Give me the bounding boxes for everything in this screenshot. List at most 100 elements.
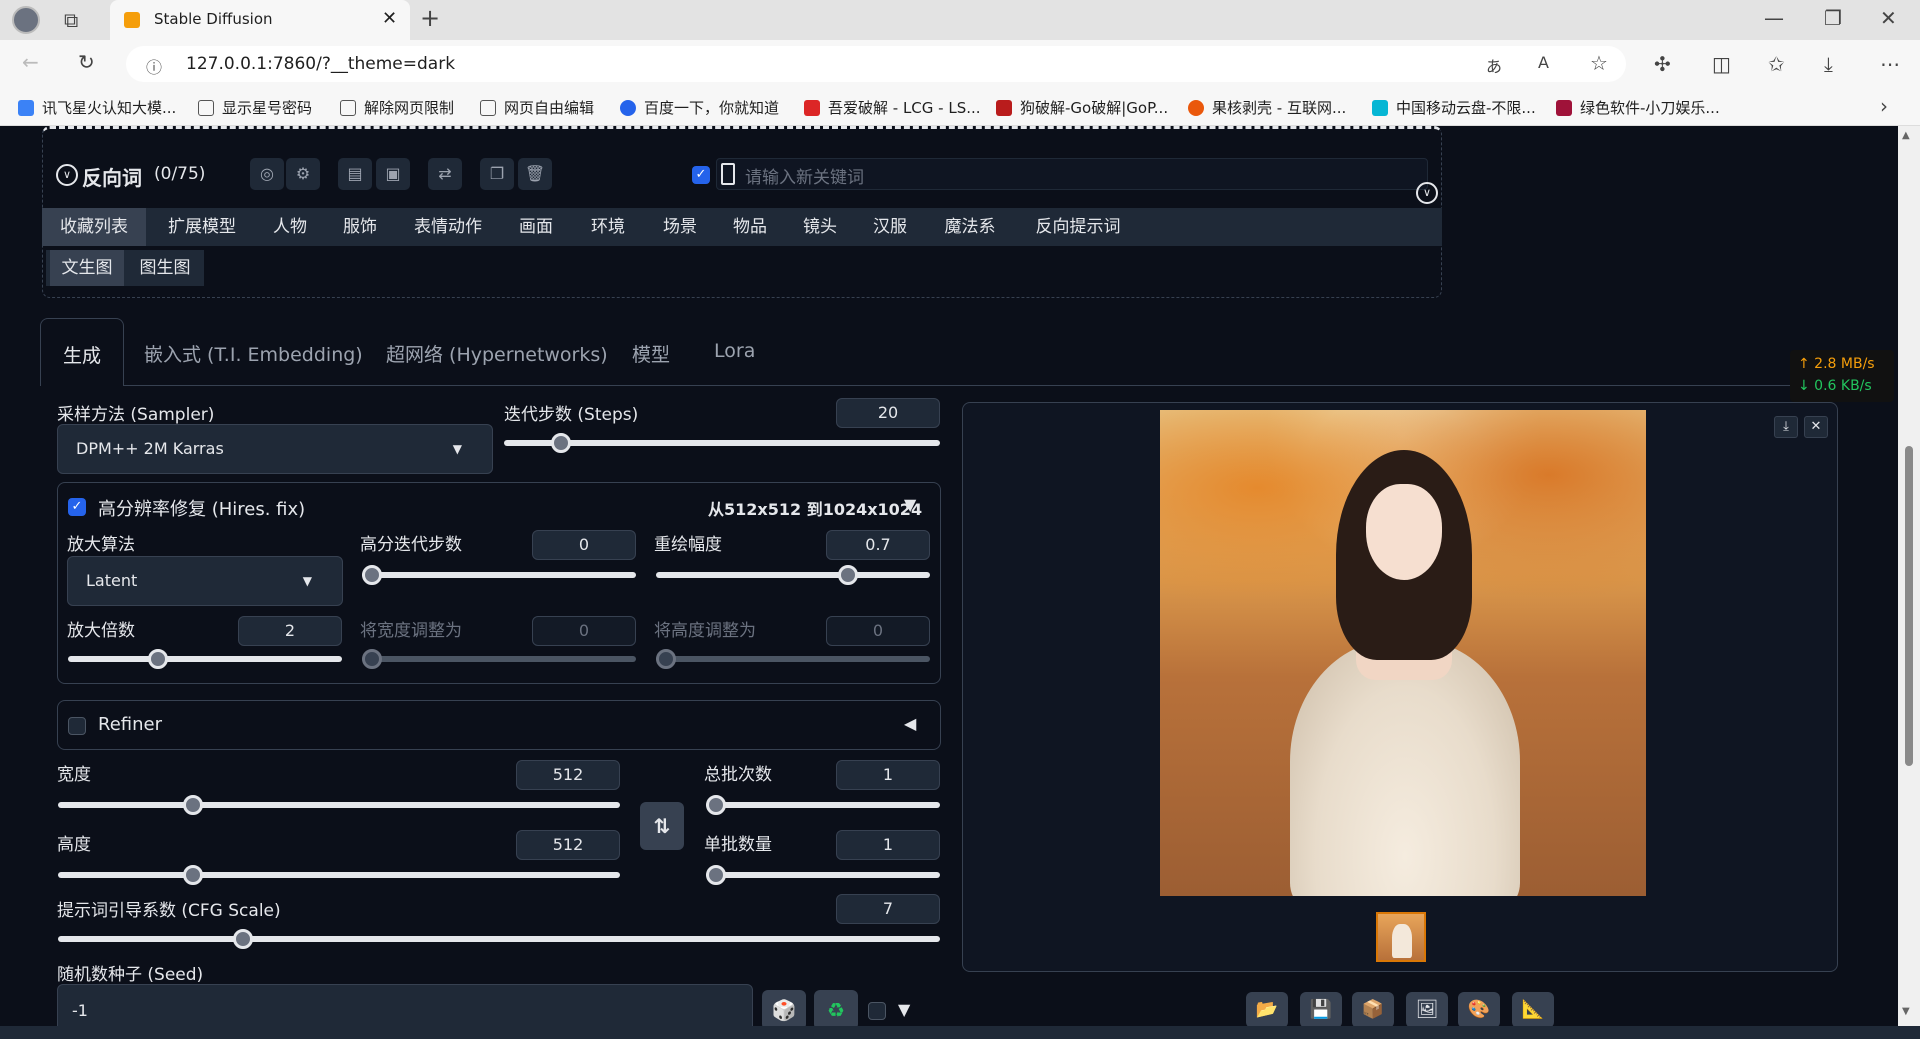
- resize-height-input[interactable]: 0: [826, 616, 930, 646]
- category-tab-expression[interactable]: 表情动作: [398, 208, 498, 246]
- zip-icon[interactable]: 📦: [1352, 992, 1394, 1028]
- bookmark-item[interactable]: 显示星号密码: [198, 97, 312, 118]
- bookmark-prompt-button[interactable]: ▣: [376, 158, 410, 190]
- open-folder-icon[interactable]: 📂: [1246, 992, 1288, 1028]
- upscaler-dropdown[interactable]: Latent ▼: [67, 556, 343, 606]
- batch-size-input[interactable]: 1: [836, 830, 940, 860]
- extensions-icon[interactable]: ✣: [1654, 54, 1671, 74]
- swap-dimensions-button[interactable]: ⇅: [640, 802, 684, 850]
- url-bar[interactable]: ⓘ 127.0.0.1:7860/?__theme=dark あ A ☆: [126, 46, 1626, 82]
- copy-button[interactable]: ❐: [480, 158, 514, 190]
- bookmark-item[interactable]: 网页自由编辑: [480, 97, 594, 118]
- main-tab-models[interactable]: 模型: [632, 340, 670, 367]
- more-menu-icon[interactable]: ⋯: [1880, 54, 1900, 74]
- width-slider[interactable]: [58, 795, 620, 815]
- main-tab-hypernetworks[interactable]: 超网络 (Hypernetworks): [386, 340, 608, 367]
- scrollbar-thumb[interactable]: [1905, 446, 1913, 766]
- bookmark-item[interactable]: 讯飞星火认知大模...: [18, 97, 176, 118]
- slider-thumb[interactable]: [182, 865, 203, 885]
- bookmark-item[interactable]: 绿色软件-小刀娱乐...: [1556, 97, 1720, 118]
- hires-checkbox[interactable]: ✓: [68, 498, 86, 516]
- slider-thumb[interactable]: [362, 649, 382, 669]
- generated-image[interactable]: [1160, 410, 1646, 896]
- cfg-slider[interactable]: [58, 929, 940, 949]
- sampler-dropdown[interactable]: DPM++ 2M Karras ▼: [57, 424, 493, 474]
- category-tab-environment[interactable]: 环境: [574, 208, 642, 246]
- refresh-icon[interactable]: ↻: [78, 52, 95, 72]
- main-tab-lora[interactable]: Lora: [714, 340, 755, 362]
- scroll-up-icon[interactable]: ▲: [1902, 130, 1910, 141]
- translate-icon[interactable]: あ: [1486, 53, 1502, 77]
- height-slider[interactable]: [58, 865, 620, 885]
- bookmark-item[interactable]: 果核剥壳 - 互联网...: [1188, 97, 1346, 118]
- category-tab-people[interactable]: 人物: [258, 208, 322, 246]
- denoise-slider[interactable]: [656, 565, 930, 585]
- new-tab-icon[interactable]: +: [420, 6, 440, 30]
- download-icon[interactable]: ⤓: [1774, 416, 1798, 438]
- send-to-img2img-icon[interactable]: 🖼: [1406, 992, 1448, 1028]
- back-icon[interactable]: ←: [22, 52, 39, 72]
- slider-thumb[interactable]: [837, 565, 858, 585]
- category-tab-hanfu[interactable]: 汉服: [856, 208, 924, 246]
- bookmark-item[interactable]: 百度一下，你就知道: [620, 97, 779, 118]
- send-to-extras-icon[interactable]: 📐: [1512, 992, 1554, 1028]
- extra-seed-checkbox[interactable]: [868, 1002, 886, 1020]
- width-input[interactable]: 512: [516, 760, 620, 790]
- slider-thumb[interactable]: [362, 565, 382, 585]
- hr-steps-input[interactable]: 0: [532, 530, 636, 560]
- batch-size-slider[interactable]: [706, 865, 940, 885]
- scale-input[interactable]: 2: [238, 616, 342, 646]
- main-tab-generate[interactable]: 生成: [40, 318, 124, 386]
- hr-steps-slider[interactable]: [362, 565, 636, 585]
- image-thumbnail[interactable]: [1376, 912, 1426, 962]
- close-window-icon[interactable]: ✕: [1880, 8, 1897, 28]
- resize-height-slider[interactable]: [656, 649, 930, 669]
- bookmarks-overflow-icon[interactable]: ›: [1880, 96, 1888, 116]
- refiner-checkbox[interactable]: [68, 717, 86, 735]
- keyword-input[interactable]: 请输入新关键词: [716, 158, 1428, 190]
- save-icon[interactable]: 💾: [1300, 992, 1342, 1028]
- category-tab-favorites[interactable]: 收藏列表: [42, 208, 146, 246]
- category-tab-camera[interactable]: 镜头: [786, 208, 854, 246]
- restore-icon[interactable]: ❐: [1824, 8, 1842, 28]
- steps-slider[interactable]: [504, 433, 940, 453]
- collapse-icon[interactable]: ∨: [56, 164, 78, 186]
- resize-width-input[interactable]: 0: [532, 616, 636, 646]
- resize-width-slider[interactable]: [362, 649, 636, 669]
- bookmark-item[interactable]: 中国移动云盘-不限...: [1372, 97, 1536, 118]
- slider-thumb[interactable]: [656, 649, 676, 669]
- browser-tab[interactable]: Stable Diffusion ✕: [110, 0, 410, 40]
- slider-thumb[interactable]: [706, 795, 726, 815]
- category-tab-negative[interactable]: 反向提示词: [1016, 208, 1140, 246]
- slider-thumb[interactable]: [182, 795, 203, 815]
- bookmark-item[interactable]: 吾爱破解 - LCG - LS...: [804, 97, 981, 118]
- swap-prompt-button[interactable]: ⇄: [428, 158, 462, 190]
- steps-input[interactable]: 20: [836, 398, 940, 428]
- scroll-down-icon[interactable]: ▼: [1902, 1006, 1910, 1017]
- category-tab-magic[interactable]: 魔法系: [928, 208, 1012, 246]
- bookmark-item[interactable]: 解除网页限制: [340, 97, 454, 118]
- extra-seed-triangle-icon[interactable]: ▼: [898, 1000, 910, 1019]
- downloads-icon[interactable]: ⤓: [1824, 54, 1833, 74]
- expand-triangle-icon[interactable]: ◀: [904, 714, 916, 733]
- send-to-inpaint-icon[interactable]: 🎨: [1458, 992, 1500, 1028]
- random-seed-dice-icon[interactable]: 🎲: [762, 990, 806, 1030]
- slider-thumb[interactable]: [550, 433, 571, 453]
- workspaces-icon[interactable]: ⧉: [64, 10, 78, 30]
- translate-button[interactable]: ◎: [250, 158, 284, 190]
- slider-thumb[interactable]: [706, 865, 726, 885]
- category-tab-clothing[interactable]: 服饰: [326, 208, 394, 246]
- load-prompt-button[interactable]: ▤: [338, 158, 372, 190]
- settings-gear-icon[interactable]: ⚙: [286, 158, 320, 190]
- batch-count-input[interactable]: 1: [836, 760, 940, 790]
- read-aloud-icon[interactable]: A: [1538, 53, 1549, 72]
- batch-count-slider[interactable]: [706, 795, 940, 815]
- close-image-icon[interactable]: ✕: [1804, 416, 1828, 438]
- favorite-star-icon[interactable]: ☆: [1590, 51, 1608, 75]
- scale-slider[interactable]: [68, 649, 342, 669]
- denoise-input[interactable]: 0.7: [826, 530, 930, 560]
- close-tab-icon[interactable]: ✕: [382, 8, 397, 29]
- height-input[interactable]: 512: [516, 830, 620, 860]
- bookmark-item[interactable]: 狗破解-Go破解|GoP...: [996, 97, 1168, 118]
- cfg-input[interactable]: 7: [836, 894, 940, 924]
